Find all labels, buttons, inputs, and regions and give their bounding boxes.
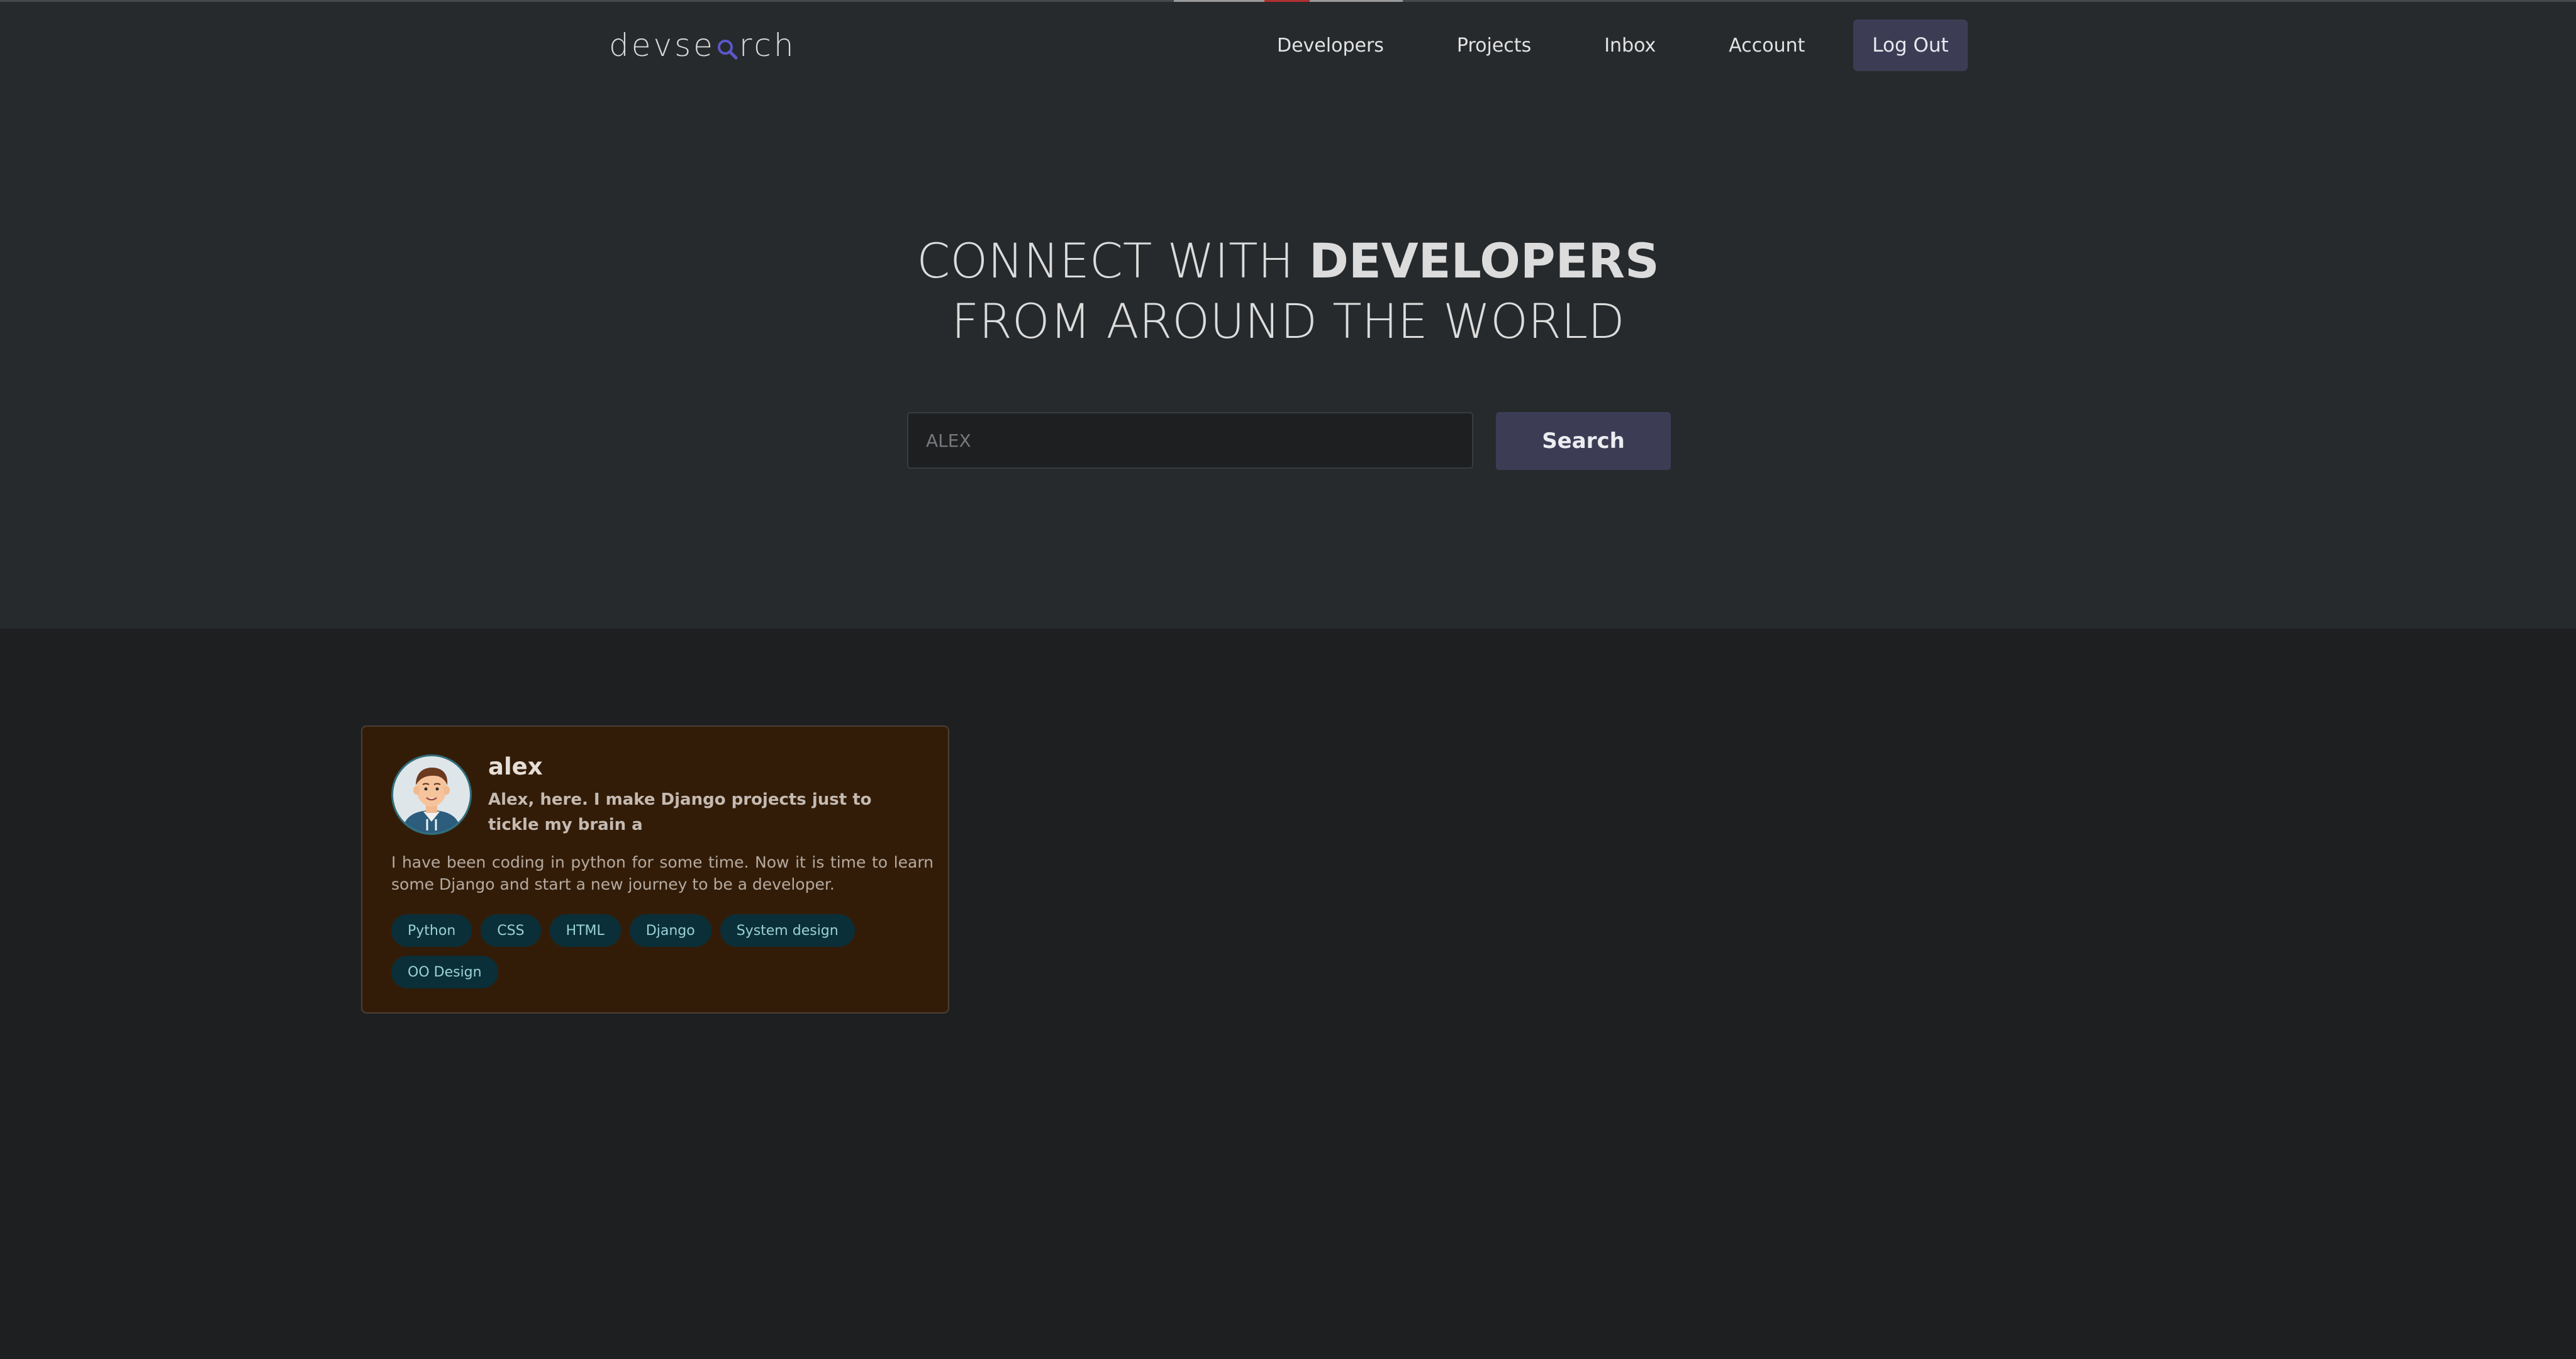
- developer-name: alex: [488, 753, 543, 780]
- skill-tag: Django: [629, 914, 711, 947]
- developer-headline: Alex, here. I make Django projects just …: [488, 790, 872, 834]
- developer-bio: I have been coding in python for some ti…: [391, 853, 934, 893]
- hero-title-light: CONNECT WITH: [917, 233, 1309, 289]
- developer-search-input[interactable]: [907, 412, 1473, 469]
- hero-title-line-2: FROM AROUND THE WORLD: [951, 293, 1625, 349]
- nav-developers[interactable]: Developers: [1277, 35, 1384, 57]
- developer-avatar: [391, 754, 472, 835]
- hero-title: CONNECT WITH DEVELOPERS FROM AROUND THE …: [0, 231, 2576, 352]
- skill-tag: Python: [391, 914, 472, 947]
- logo-text-start: devse: [609, 27, 715, 64]
- nav-projects[interactable]: Projects: [1457, 35, 1531, 57]
- hero-title-bold: DEVELOPERS: [1308, 233, 1659, 289]
- skill-tags: Python CSS HTML Django System design OO …: [391, 914, 932, 997]
- main-nav: Developers Projects Inbox Account: [1277, 20, 1878, 71]
- logo-text-end: rch: [739, 27, 796, 64]
- skill-tag: CSS: [481, 914, 541, 947]
- developer-card[interactable]: alex Alex, here. I make Django projects …: [361, 725, 949, 1014]
- nav-account[interactable]: Account: [1729, 35, 1805, 57]
- skill-tag: OO Design: [391, 956, 498, 988]
- logout-button[interactable]: Log Out: [1853, 20, 1968, 71]
- search-button[interactable]: Search: [1496, 412, 1671, 470]
- hero-section: devse rch Developers Projects Inbox Acco…: [0, 2, 2576, 629]
- skill-tag: System design: [720, 914, 855, 947]
- site-logo[interactable]: devse rch: [609, 25, 796, 66]
- magnifier-icon: [716, 35, 738, 60]
- nav-inbox[interactable]: Inbox: [1604, 35, 1656, 57]
- skill-tag: HTML: [549, 914, 621, 947]
